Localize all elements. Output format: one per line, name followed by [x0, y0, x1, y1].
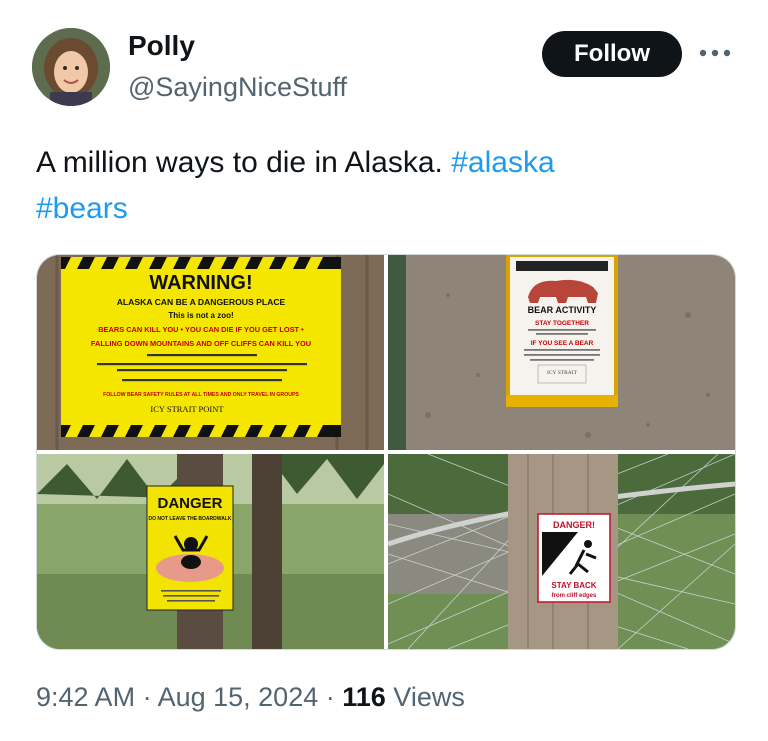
photo-warning-sign[interactable]: WARNING! ALASKA CAN BE A DANGEROUS PLACE…	[37, 255, 384, 450]
photo-bear-activity-sign[interactable]: BEAR ACTIVITY STAY TOGETHER IF YOU SEE A…	[388, 255, 735, 450]
hashtag-link[interactable]: #bears	[36, 192, 128, 225]
photo4-heading: DANGER!	[553, 520, 595, 530]
author-name[interactable]: Polly	[128, 30, 195, 62]
follow-button[interactable]: Follow	[542, 31, 682, 77]
views-count: 116	[342, 682, 386, 712]
photo3-line: DO NOT LEAVE THE BOARDWALK	[149, 516, 232, 522]
photo2-line: IF YOU SEE A BEAR	[531, 340, 594, 347]
photo1-line: BEARS CAN KILL YOU • YOU CAN DIE IF YOU …	[98, 325, 304, 334]
photo-danger-boardwalk-sign[interactable]: DANGER DO NOT LEAVE THE BOARDWALK	[37, 454, 384, 649]
photo1-line: ALASKA CAN BE A DANGEROUS PLACE	[117, 297, 286, 307]
media-grid: WARNING! ALASKA CAN BE A DANGEROUS PLACE…	[36, 254, 736, 650]
photo2-line: STAY TOGETHER	[535, 320, 589, 327]
tweet-date[interactable]: Aug 15, 2024	[158, 682, 319, 712]
photo4-line: from cliff edges	[552, 593, 597, 599]
more-horizontal-icon[interactable]	[698, 38, 732, 68]
photo4-line: STAY BACK	[551, 581, 596, 590]
photo1-line: FALLING DOWN MOUNTAINS AND OFF CLIFFS CA…	[91, 339, 311, 348]
tweet-text: A million ways to die in Alaska. #alaska…	[36, 140, 736, 232]
photo1-brand: ICY STRAIT POINT	[150, 404, 224, 414]
avatar[interactable]	[32, 28, 110, 106]
photo1-heading: WARNING!	[149, 272, 252, 294]
separator: ·	[135, 682, 158, 712]
photo-danger-cliff-sign[interactable]: DANGER! STAY BACK from cliff edges	[388, 454, 735, 649]
hashtag-link[interactable]: #alaska	[451, 146, 554, 179]
tweet-body: A million ways to die in Alaska.	[36, 146, 443, 179]
photo2-heading: BEAR ACTIVITY	[528, 305, 597, 315]
photo2-brand: ICY STRAIT	[547, 370, 578, 376]
views-label: Views	[385, 682, 465, 712]
author-handle[interactable]: @SayingNiceStuff	[128, 72, 347, 103]
photo1-line: This is not a zoo!	[168, 311, 233, 320]
photo1-footer: FOLLOW BEAR SAFETY RULES AT ALL TIMES AN…	[103, 392, 299, 398]
tweet-time[interactable]: 9:42 AM	[36, 682, 135, 712]
photo3-heading: DANGER	[157, 495, 222, 512]
tweet-meta: 9:42 AM · Aug 15, 2024 · 116 Views	[36, 682, 465, 713]
separator: ·	[318, 682, 343, 712]
avatar-photo	[32, 28, 110, 106]
